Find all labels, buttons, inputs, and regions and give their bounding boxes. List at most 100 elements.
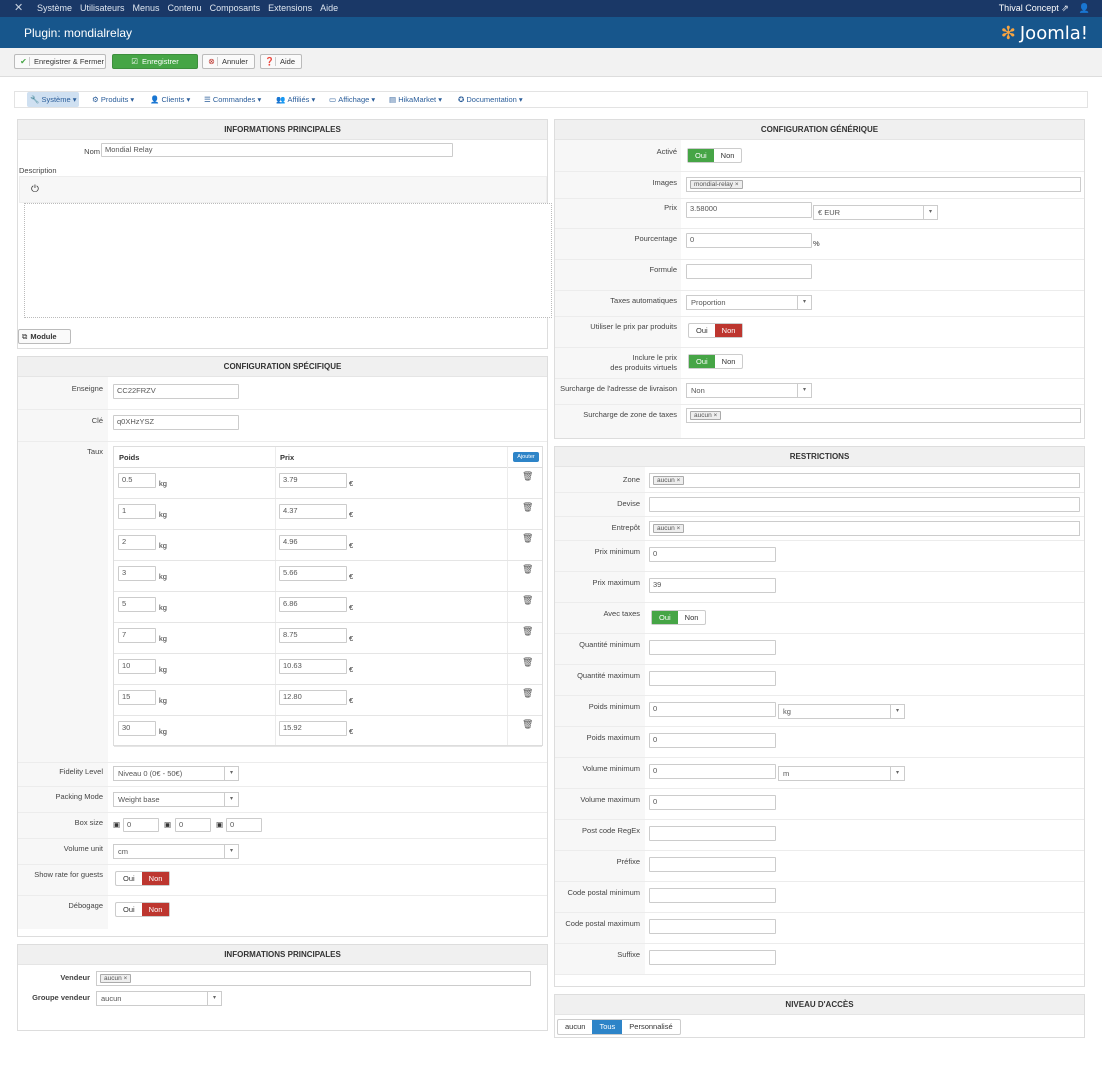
surcharge-zone-chip[interactable]: aucun ×: [690, 411, 722, 420]
joomla-logo-icon[interactable]: ✕: [14, 3, 25, 14]
trash-icon[interactable]: 🗑: [522, 688, 533, 699]
avec-taxes-oui[interactable]: Oui: [652, 611, 678, 624]
debug-oui[interactable]: Oui: [116, 903, 142, 916]
vol-min-input[interactable]: 0: [649, 764, 776, 779]
menu-extensions[interactable]: Extensions: [268, 3, 312, 13]
prefixe-input[interactable]: [649, 857, 776, 872]
vendeur-chip[interactable]: aucun ×: [100, 974, 132, 983]
guests-toggle[interactable]: Oui Non: [115, 871, 171, 886]
rate-prix-input[interactable]: 6.86: [279, 597, 347, 612]
box-length-input[interactable]: 0: [123, 818, 159, 832]
rate-poids-input[interactable]: 2: [118, 535, 156, 550]
cp-max-input[interactable]: [649, 919, 776, 934]
volume-unit-select[interactable]: cm ▾: [113, 844, 239, 859]
menu-systeme[interactable]: Système: [37, 3, 72, 13]
surcharge-zone-field[interactable]: aucun ×: [686, 408, 1081, 423]
devise-input[interactable]: [649, 497, 1080, 512]
guests-non[interactable]: Non: [141, 872, 170, 885]
prix-produits-non[interactable]: Non: [714, 324, 743, 337]
rate-prix-input[interactable]: 8.75: [279, 628, 347, 643]
remove-icon[interactable]: ×: [735, 181, 739, 188]
rate-poids-input[interactable]: 1: [118, 504, 156, 519]
remove-icon[interactable]: ×: [124, 975, 128, 982]
rate-prix-input[interactable]: 5.66: [279, 566, 347, 581]
nav-affichage[interactable]: ▭ Affichage ▾: [326, 92, 378, 107]
cle-input[interactable]: q0XHzYSZ: [113, 415, 239, 430]
prix-min-input[interactable]: 0: [649, 547, 776, 562]
rate-prix-input[interactable]: 4.37: [279, 504, 347, 519]
user-icon[interactable]: 👤: [1079, 3, 1090, 14]
rate-poids-input[interactable]: 30: [118, 721, 156, 736]
formule-input[interactable]: [686, 264, 812, 279]
menu-aide[interactable]: Aide: [320, 3, 338, 13]
description-editor[interactable]: [24, 203, 552, 318]
box-height-input[interactable]: 0: [226, 818, 262, 832]
prix-max-input[interactable]: 39: [649, 578, 776, 593]
rate-poids-input[interactable]: 7: [118, 628, 156, 643]
guests-oui[interactable]: Oui: [116, 872, 142, 885]
images-field[interactable]: mondial-relay ×: [686, 177, 1081, 192]
nav-affilies[interactable]: 👥 Affiliés ▾: [273, 92, 318, 107]
enseigne-input[interactable]: CC22FRZV: [113, 384, 239, 399]
help-button[interactable]: ❓ Aide: [260, 54, 302, 69]
trash-icon[interactable]: 🗑: [522, 471, 533, 482]
module-button[interactable]: ⧉ Module: [18, 329, 71, 344]
avec-taxes-toggle[interactable]: Oui Non: [651, 610, 707, 625]
trash-icon[interactable]: 🗑: [522, 657, 533, 668]
prix-produits-toggle[interactable]: Oui Non: [688, 323, 744, 338]
trash-icon[interactable]: 🗑: [522, 595, 533, 606]
actif-oui[interactable]: Oui: [688, 149, 714, 162]
access-aucun[interactable]: aucun: [558, 1020, 592, 1034]
access-tous[interactable]: Tous: [592, 1020, 623, 1034]
taxes-select[interactable]: Proportion ▾: [686, 295, 812, 310]
rate-prix-input[interactable]: 10.63: [279, 659, 347, 674]
debug-non[interactable]: Non: [141, 903, 170, 916]
virtuels-oui[interactable]: Oui: [689, 355, 715, 368]
groupe-select[interactable]: aucun ▾: [96, 991, 222, 1006]
vendeur-field[interactable]: aucun ×: [96, 971, 531, 986]
name-input[interactable]: Mondial Relay: [101, 143, 453, 157]
actif-non[interactable]: Non: [714, 149, 742, 162]
vol-min-unit-select[interactable]: m ▾: [778, 766, 905, 781]
poids-min-unit-select[interactable]: kg ▾: [778, 704, 905, 719]
debug-toggle[interactable]: Oui Non: [115, 902, 171, 917]
menu-composants[interactable]: Composants: [210, 3, 261, 13]
currency-select[interactable]: € EUR ▾: [813, 205, 938, 220]
qte-max-input[interactable]: [649, 671, 776, 686]
poids-min-input[interactable]: 0: [649, 702, 776, 717]
actif-toggle[interactable]: Oui Non: [687, 148, 743, 163]
remove-icon[interactable]: ×: [714, 412, 718, 419]
rate-prix-input[interactable]: 4.96: [279, 535, 347, 550]
entrepot-chip[interactable]: aucun ×: [653, 524, 685, 533]
rate-prix-input[interactable]: 3.79: [279, 473, 347, 488]
power-icon[interactable]: ⏻: [31, 184, 39, 195]
virtuels-non[interactable]: Non: [715, 355, 743, 368]
nav-clients[interactable]: 👤 Clients ▾: [147, 92, 193, 107]
rate-poids-input[interactable]: 3: [118, 566, 156, 581]
virtuels-toggle[interactable]: Oui Non: [688, 354, 744, 369]
images-chip[interactable]: mondial-relay ×: [690, 180, 743, 189]
vol-max-input[interactable]: 0: [649, 795, 776, 810]
poids-max-input[interactable]: 0: [649, 733, 776, 748]
add-rate-button[interactable]: Ajouter: [513, 452, 539, 462]
rate-poids-input[interactable]: 0.5: [118, 473, 156, 488]
qte-min-input[interactable]: [649, 640, 776, 655]
rate-poids-input[interactable]: 5: [118, 597, 156, 612]
trash-icon[interactable]: 🗑: [522, 626, 533, 637]
trash-icon[interactable]: 🗑: [522, 564, 533, 575]
trash-icon[interactable]: 🗑: [522, 502, 533, 513]
fidelity-select[interactable]: Niveau 0 (0€ - 50€) ▾: [113, 766, 239, 781]
site-link[interactable]: Thival Concept ⇗: [999, 3, 1069, 14]
entrepot-field[interactable]: aucun ×: [649, 521, 1080, 536]
nav-documentation[interactable]: ✪ Documentation ▾: [455, 92, 526, 107]
avec-taxes-non[interactable]: Non: [678, 611, 706, 624]
menu-utilisateurs[interactable]: Utilisateurs: [80, 3, 125, 13]
nav-produits[interactable]: ⚙ Produits ▾: [89, 92, 137, 107]
prix-input[interactable]: 3.58000: [686, 202, 812, 218]
remove-icon[interactable]: ×: [677, 525, 681, 532]
save-close-button[interactable]: ✔ Enregistrer & Fermer: [14, 54, 106, 69]
rate-poids-input[interactable]: 10: [118, 659, 156, 674]
rate-prix-input[interactable]: 15.92: [279, 721, 347, 736]
trash-icon[interactable]: 🗑: [522, 533, 533, 544]
remove-icon[interactable]: ×: [677, 477, 681, 484]
